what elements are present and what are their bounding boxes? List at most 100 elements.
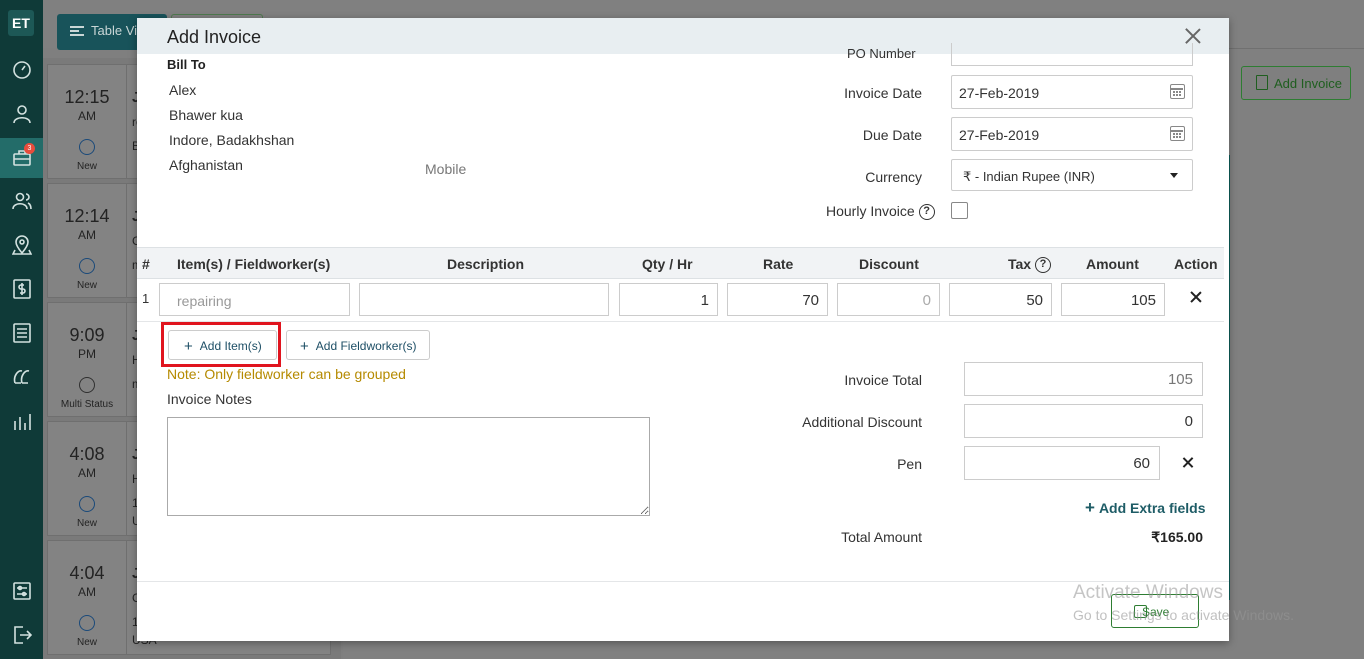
add-invoice-modal: Add Invoice Bill To Alex Bhawer kua Indo… bbox=[137, 18, 1229, 641]
col-discount: Discount bbox=[859, 256, 919, 272]
status-circle-icon bbox=[79, 615, 95, 631]
items-table-header: # Item(s) / Fieldworker(s) Description Q… bbox=[137, 247, 1224, 279]
add-file-icon bbox=[1256, 75, 1268, 90]
leads-icon[interactable] bbox=[0, 357, 43, 397]
pen-input[interactable]: 60 bbox=[964, 446, 1160, 480]
notification-badge: 3 bbox=[24, 143, 35, 154]
item-input[interactable]: repairing bbox=[159, 283, 350, 316]
delete-row-icon[interactable] bbox=[1187, 288, 1205, 306]
multi-status-icon bbox=[79, 377, 95, 393]
invoice-total-input: 105 bbox=[964, 362, 1203, 396]
col-item: Item(s) / Fieldworker(s) bbox=[177, 256, 331, 272]
job-time: 12:15 bbox=[64, 87, 110, 107]
status-circle-icon bbox=[79, 139, 95, 155]
chevron-down-icon bbox=[1170, 173, 1178, 178]
settings-icon[interactable] bbox=[0, 571, 43, 611]
col-description: Description bbox=[447, 256, 525, 272]
bill-to-label: Bill To bbox=[167, 57, 206, 72]
job-ampm: AM bbox=[78, 466, 96, 480]
plus-icon: + bbox=[1085, 498, 1095, 517]
remove-field-icon[interactable] bbox=[1181, 456, 1195, 470]
add-fieldworker-button[interactable]: + Add Fieldworker(s) bbox=[286, 330, 430, 360]
job-ampm: AM bbox=[78, 109, 96, 123]
user-icon[interactable] bbox=[0, 94, 43, 134]
list-icon[interactable] bbox=[0, 313, 43, 353]
windows-watermark-text: Go to Settings to activate Windows. bbox=[1073, 607, 1294, 623]
due-date-value: 27-Feb-2019 bbox=[959, 127, 1040, 143]
plus-icon: + bbox=[300, 338, 309, 355]
hourly-invoice-checkbox[interactable] bbox=[951, 202, 968, 219]
job-status: Multi Status bbox=[60, 399, 114, 410]
help-icon[interactable]: ? bbox=[1034, 257, 1051, 274]
status-circle-icon bbox=[79, 258, 95, 274]
total-amount-value: ₹165.00 bbox=[1151, 529, 1203, 545]
rate-input[interactable]: 70 bbox=[727, 283, 828, 316]
job-time: 9:09 bbox=[69, 325, 105, 345]
status-circle-icon bbox=[79, 496, 95, 512]
calendar-icon[interactable] bbox=[1170, 126, 1185, 141]
invoice-date-value: 27-Feb-2019 bbox=[959, 85, 1040, 101]
description-input[interactable] bbox=[359, 283, 609, 316]
sort-icon bbox=[70, 26, 84, 36]
job-ampm: PM bbox=[78, 347, 96, 361]
modal-title: Add Invoice bbox=[167, 27, 262, 47]
address-line: Alex bbox=[169, 82, 197, 98]
due-date-input[interactable]: 27-Feb-2019 bbox=[951, 117, 1193, 151]
add-invoice-button[interactable]: Add Invoice bbox=[1241, 66, 1351, 100]
job-ampm: AM bbox=[78, 228, 96, 242]
invoice-date-label: Invoice Date bbox=[844, 85, 922, 101]
col-rate: Rate bbox=[763, 256, 794, 272]
currency-select[interactable]: ₹ - Indian Rupee (INR) bbox=[951, 159, 1193, 191]
additional-discount-input[interactable]: 0 bbox=[964, 404, 1203, 438]
briefcase-icon[interactable]: 3 bbox=[0, 138, 43, 178]
currency-label: Currency bbox=[865, 169, 922, 185]
job-time: 12:14 bbox=[64, 206, 110, 226]
discount-input: 0 bbox=[837, 283, 940, 316]
speedometer-icon[interactable] bbox=[0, 50, 43, 90]
additional-discount-label: Additional Discount bbox=[802, 414, 922, 430]
divider bbox=[126, 184, 127, 297]
address-line: Indore, Badakhshan bbox=[169, 132, 295, 148]
job-status: New bbox=[76, 518, 97, 529]
location-icon[interactable] bbox=[0, 225, 43, 265]
invoice-date-input[interactable]: 27-Feb-2019 bbox=[951, 75, 1193, 109]
total-amount-label: Total Amount bbox=[841, 529, 922, 545]
sidebar: ET 3 bbox=[0, 0, 43, 659]
invoice-notes-textarea[interactable] bbox=[167, 417, 650, 516]
add-extra-fields-link[interactable]: + Add Extra fields bbox=[1085, 498, 1206, 518]
col-qty: Qty / Hr bbox=[642, 256, 693, 272]
logout-icon[interactable] bbox=[0, 615, 43, 655]
invoice-notes-label: Invoice Notes bbox=[167, 391, 252, 407]
hourly-invoice-label: Hourly Invoice ? bbox=[826, 203, 935, 221]
col-amount: Amount bbox=[1086, 256, 1139, 272]
col-tax: Tax ? bbox=[1008, 256, 1051, 274]
divider bbox=[137, 321, 1224, 322]
amount-input[interactable]: 105 bbox=[1061, 283, 1165, 316]
divider bbox=[126, 65, 127, 178]
row-number: 1 bbox=[142, 291, 150, 306]
users-icon[interactable] bbox=[0, 181, 43, 221]
chart-icon[interactable] bbox=[0, 401, 43, 441]
divider bbox=[137, 581, 1229, 582]
job-status: New bbox=[76, 280, 97, 291]
po-number-label: PO Number bbox=[847, 46, 916, 58]
divider bbox=[126, 303, 127, 416]
address-line: Afghanistan bbox=[169, 157, 243, 173]
job-time: 4:08 bbox=[69, 444, 105, 464]
job-status: New bbox=[76, 637, 97, 648]
calendar-icon[interactable] bbox=[1170, 84, 1185, 99]
mobile-label: Mobile bbox=[425, 161, 467, 177]
col-action: Action bbox=[1174, 256, 1218, 272]
tax-input[interactable]: 50 bbox=[949, 283, 1052, 316]
help-icon[interactable]: ? bbox=[918, 204, 935, 221]
divider bbox=[126, 541, 127, 654]
qty-input[interactable]: 1 bbox=[619, 283, 718, 316]
divider bbox=[126, 422, 127, 535]
dollar-icon[interactable] bbox=[0, 269, 43, 309]
due-date-label: Due Date bbox=[862, 127, 922, 143]
job-time: 4:04 bbox=[69, 563, 105, 583]
po-number-input[interactable] bbox=[951, 43, 1193, 66]
currency-value: ₹ - Indian Rupee (INR) bbox=[963, 169, 1095, 184]
job-status: New bbox=[76, 161, 97, 172]
app-logo[interactable]: ET bbox=[8, 10, 34, 36]
